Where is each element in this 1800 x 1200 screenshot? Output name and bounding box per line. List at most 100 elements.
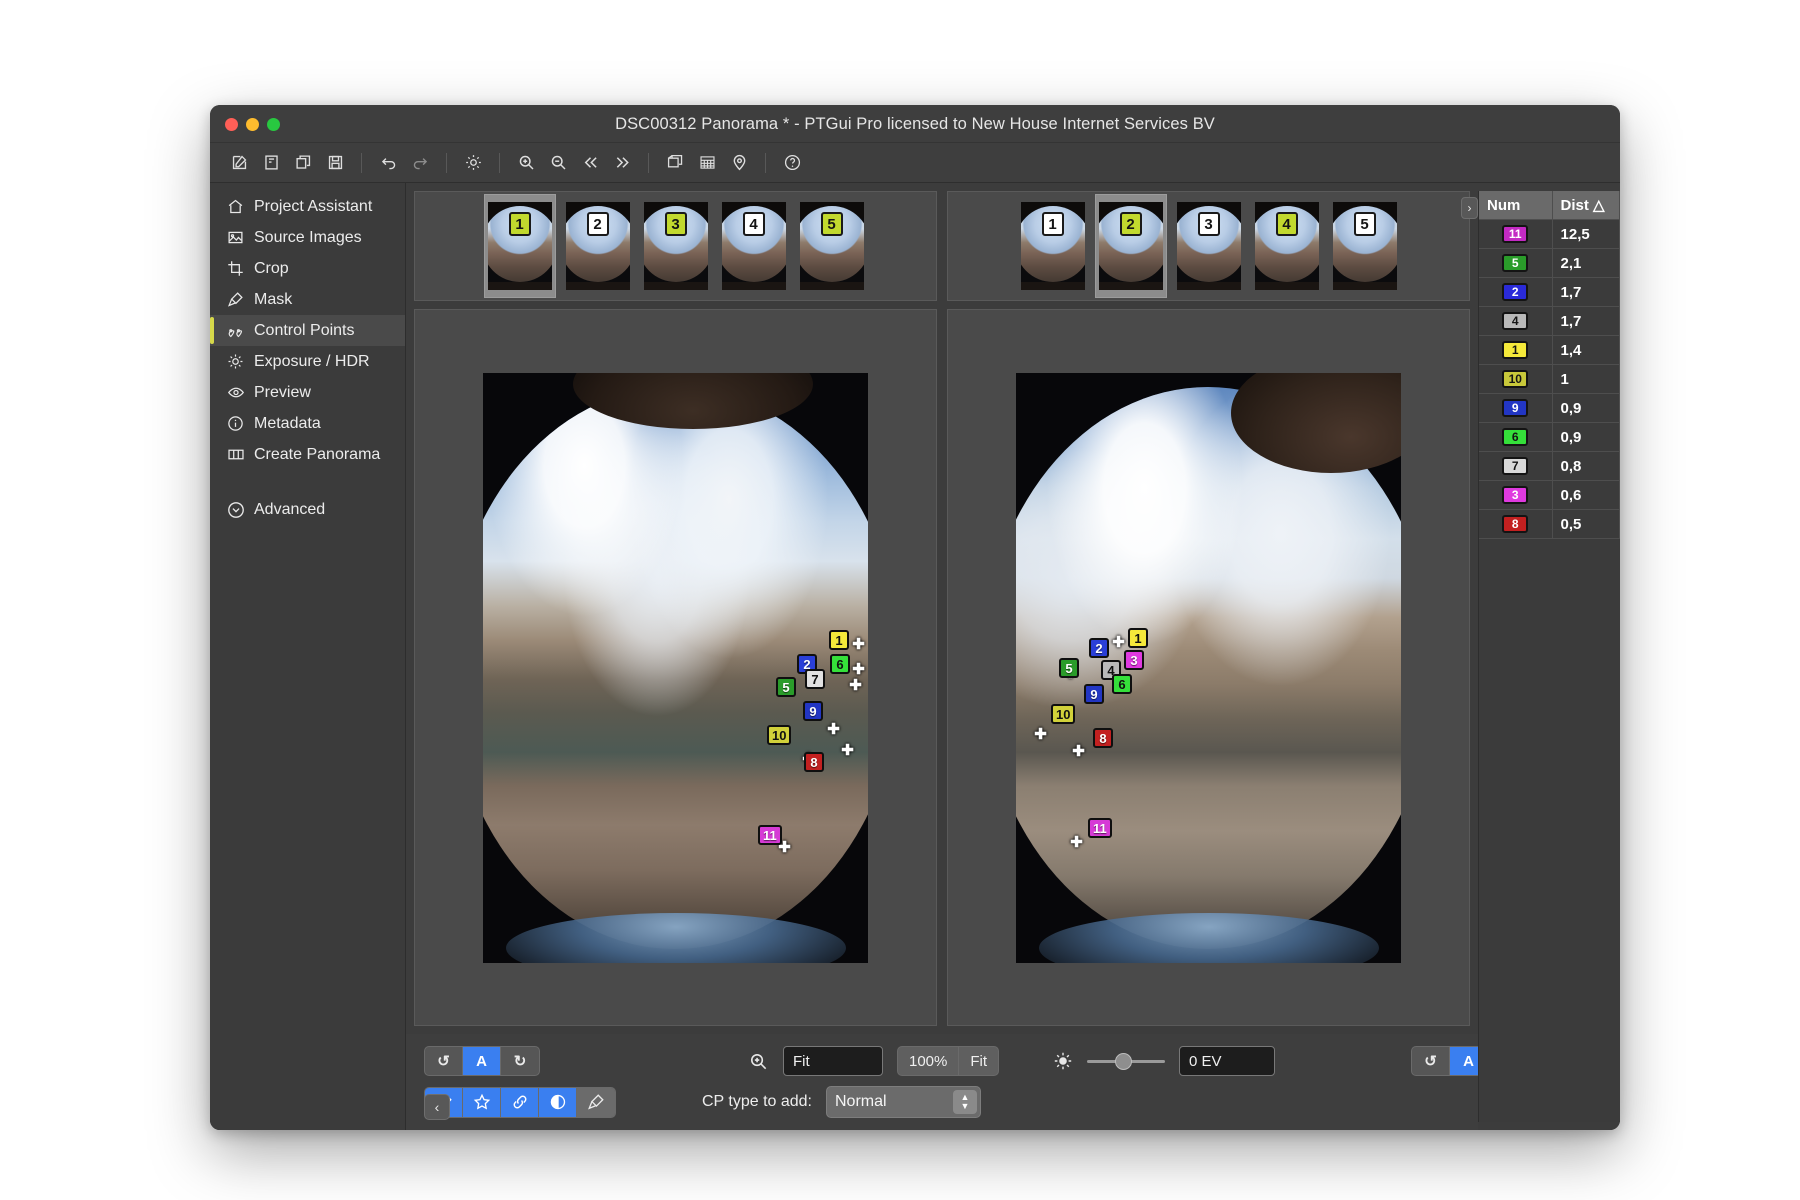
thumbnail-item[interactable]: 5 — [796, 194, 868, 298]
sidebar-item-exposure-hdr[interactable]: Exposure / HDR — [210, 346, 405, 377]
left-photo[interactable]: ✚✚✚✚✚✚✚12675910811 — [483, 372, 868, 963]
contrast-tool-icon[interactable] — [539, 1087, 577, 1117]
control-point-crosshair[interactable]: ✚ — [827, 722, 840, 737]
table-row[interactable]: 9 0,9 — [1479, 393, 1620, 423]
sidebar-item-metadata[interactable]: Metadata — [210, 408, 405, 439]
edit-tool-icon[interactable] — [577, 1087, 615, 1117]
next-icon[interactable] — [607, 149, 637, 177]
thumbnail-item[interactable]: 1 — [1017, 194, 1089, 298]
save-icon[interactable] — [320, 149, 350, 177]
control-point-crosshair[interactable]: ✚ — [1034, 727, 1047, 742]
star-tool-icon[interactable] — [463, 1087, 501, 1117]
control-point-crosshair[interactable]: ✚ — [849, 678, 862, 693]
duplicate-icon[interactable] — [288, 149, 318, 177]
redo-icon[interactable] — [405, 149, 435, 177]
right-photo[interactable]: ✚✚✚✚✚123456910811 — [1016, 372, 1401, 963]
control-point-marker[interactable]: 6 — [830, 653, 850, 674]
control-point-marker[interactable]: 9 — [803, 700, 823, 721]
control-point-marker[interactable]: 1 — [829, 629, 849, 650]
zoom-in-icon[interactable] — [511, 149, 541, 177]
control-point-marker[interactable]: 2 — [1089, 637, 1109, 658]
new-project-icon[interactable] — [224, 149, 254, 177]
zoom-input[interactable]: Fit — [783, 1046, 883, 1076]
previous-icon[interactable] — [575, 149, 605, 177]
thumbnail-item[interactable]: 4 — [1251, 194, 1323, 298]
table-row[interactable]: 4 1,7 — [1479, 306, 1620, 336]
zoom-out-icon[interactable] — [543, 149, 573, 177]
control-point-marker[interactable]: 11 — [1088, 817, 1112, 838]
thumbnail-item[interactable]: 3 — [1173, 194, 1245, 298]
column-header-dist[interactable]: Dist △ — [1552, 191, 1620, 220]
table-row[interactable]: 5 2,1 — [1479, 248, 1620, 278]
cp-type-select[interactable]: Normal ▲ ▼ — [826, 1086, 981, 1118]
column-header-num[interactable]: Num — [1479, 191, 1553, 220]
control-point-marker[interactable]: 7 — [805, 668, 825, 689]
control-point-crosshair[interactable]: ✚ — [852, 637, 865, 652]
settings-gear-icon[interactable] — [458, 149, 488, 177]
control-point-marker[interactable]: 3 — [1124, 649, 1144, 670]
sidebar-item-create-panorama[interactable]: Create Panorama — [210, 439, 405, 470]
left-thumbnail-strip[interactable]: 1 2 3 4 5 — [414, 191, 937, 301]
sidebar-item-preview[interactable]: Preview — [210, 377, 405, 408]
thumbnail-item[interactable]: 2 — [1094, 194, 1167, 298]
control-point-marker[interactable]: 1 — [1128, 627, 1148, 648]
control-point-marker[interactable]: 10 — [767, 724, 792, 745]
thumbnail-item[interactable]: 2 — [562, 194, 634, 298]
control-point-marker[interactable]: 9 — [1084, 683, 1104, 704]
zoom-fit-button[interactable]: Fit — [959, 1047, 998, 1075]
control-point-crosshair[interactable]: ✚ — [841, 743, 854, 758]
marker-pin-icon[interactable] — [724, 149, 754, 177]
open-project-icon[interactable] — [256, 149, 286, 177]
grid-icon[interactable] — [692, 149, 722, 177]
table-row[interactable]: 6 0,9 — [1479, 422, 1620, 452]
sidebar-item-source-images[interactable]: Source Images — [210, 222, 405, 253]
sidebar-item-advanced[interactable]: Advanced — [210, 494, 405, 525]
sidebar-item-crop[interactable]: Crop — [210, 253, 405, 284]
left-rotate-ccw-icon[interactable]: ↺ — [425, 1047, 463, 1075]
undo-icon[interactable] — [373, 149, 403, 177]
zoom-100-button[interactable]: 100% — [898, 1047, 960, 1075]
thumbnail-item[interactable]: 1 — [483, 194, 556, 298]
table-row[interactable]: 2 1,7 — [1479, 277, 1620, 307]
left-rotation-segment[interactable]: ↺ A ↻ — [424, 1046, 540, 1076]
collapse-sidebar-button[interactable]: ‹ — [424, 1094, 450, 1120]
control-point-crosshair[interactable]: ✚ — [1072, 744, 1085, 759]
sidebar-item-control-points[interactable]: Control Points — [210, 315, 405, 346]
thumbnail-item[interactable]: 3 — [640, 194, 712, 298]
chevron-updown-icon[interactable]: ▲ ▼ — [953, 1090, 977, 1114]
thumbnail-item[interactable]: 5 — [1329, 194, 1401, 298]
control-point-crosshair[interactable]: ✚ — [1070, 835, 1083, 850]
exposure-slider[interactable] — [1087, 1052, 1166, 1070]
sidebar-item-mask[interactable]: Mask — [210, 284, 405, 315]
right-rotate-ccw-icon[interactable]: ↺ — [1412, 1047, 1451, 1075]
table-row[interactable]: 3 0,6 — [1479, 480, 1620, 510]
zoom-presets[interactable]: 100% Fit — [897, 1046, 1000, 1076]
layers-icon[interactable] — [660, 149, 690, 177]
right-image-pane[interactable]: ✚✚✚✚✚123456910811 — [947, 309, 1470, 1026]
control-point-marker[interactable]: 5 — [1059, 657, 1079, 678]
control-point-marker[interactable]: 8 — [804, 751, 824, 772]
exposure-slider-knob[interactable] — [1115, 1052, 1133, 1070]
sidebar-item-project-assistant[interactable]: Project Assistant — [210, 191, 405, 222]
left-rotate-cw-icon[interactable]: ↻ — [501, 1047, 539, 1075]
table-row[interactable]: 7 0,8 — [1479, 451, 1620, 481]
table-row[interactable]: 8 0,5 — [1479, 509, 1620, 539]
right-thumbnail-strip[interactable]: 1 2 3 4 5 — [947, 191, 1470, 301]
help-icon[interactable] — [777, 149, 807, 177]
left-auto-button[interactable]: A — [463, 1047, 501, 1075]
table-row[interactable]: 11 12,5 — [1479, 219, 1620, 249]
table-row[interactable]: 1 1,4 — [1479, 335, 1620, 365]
control-point-marker[interactable]: 8 — [1093, 727, 1113, 748]
expand-panel-button[interactable]: › — [1461, 197, 1478, 219]
link-tool-icon[interactable] — [501, 1087, 539, 1117]
control-point-crosshair[interactable]: ✚ — [852, 662, 865, 677]
cp-tool-segment[interactable] — [424, 1086, 616, 1118]
exposure-value-input[interactable]: 0 EV — [1179, 1046, 1276, 1076]
thumbnail-item[interactable]: 4 — [718, 194, 790, 298]
control-point-crosshair[interactable]: ✚ — [1112, 635, 1125, 650]
table-row[interactable]: 10 1 — [1479, 364, 1620, 394]
control-point-marker[interactable]: 5 — [776, 676, 796, 697]
control-point-marker[interactable]: 6 — [1112, 673, 1132, 694]
control-point-marker[interactable]: 10 — [1051, 703, 1076, 724]
left-image-pane[interactable]: ✚✚✚✚✚✚✚12675910811 — [414, 309, 937, 1026]
